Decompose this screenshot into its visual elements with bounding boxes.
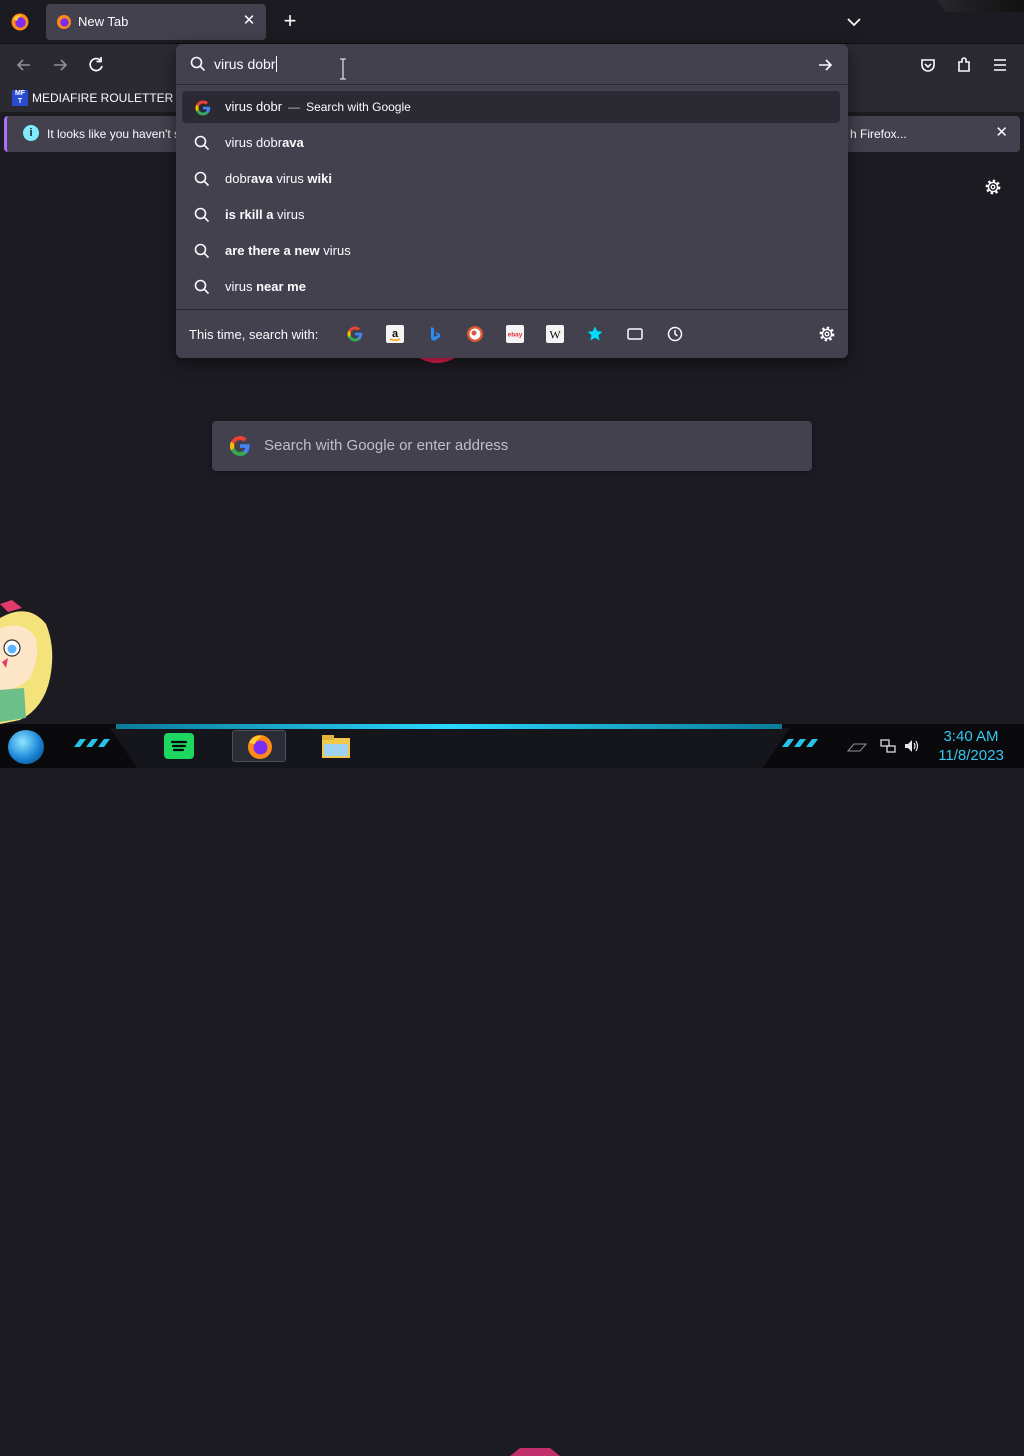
suggestion-row[interactable]: virus near me	[182, 271, 840, 303]
google-icon[interactable]	[346, 325, 364, 343]
newtab-search-placeholder: Search with Google or enter address	[264, 437, 509, 454]
suggestion-text: virus dobr — Search with Google	[225, 99, 411, 114]
search-icon	[194, 135, 210, 151]
extensions-puzzle-icon[interactable]	[950, 51, 978, 79]
tab-close-icon[interactable]: ✕	[240, 12, 258, 30]
amazon-icon[interactable]: a	[386, 325, 404, 343]
suggestion-text-segment: dobr	[225, 171, 252, 186]
svg-text:ebay: ebay	[508, 332, 523, 339]
info-icon: i	[23, 125, 39, 141]
tab-strip: New Tab ✕ +	[0, 0, 1024, 44]
start-button-orb-icon[interactable]	[8, 730, 44, 764]
search-settings-gear-icon[interactable]	[818, 325, 836, 343]
cartoon-character-sticker	[0, 598, 56, 726]
google-icon	[194, 99, 211, 116]
search-icon	[194, 279, 210, 295]
pocket-icon[interactable]	[914, 51, 942, 79]
suggestion-text-segment: ava	[282, 135, 304, 150]
suggestion-text-segment: wiki	[307, 171, 332, 186]
urlbar-dropdown: virus dobr virus dobr — Search with Google…	[176, 44, 848, 358]
file-explorer-taskbar-icon[interactable]	[320, 732, 352, 760]
newtab-search-box[interactable]: Search with Google or enter address	[212, 421, 812, 471]
bookmark-mediafire-roulette[interactable]: MEDIAFIRE ROULETTER	[32, 91, 173, 105]
taskbar-chevron-decoration	[74, 739, 110, 747]
search-icon	[194, 171, 210, 187]
tabs-icon[interactable]	[626, 325, 644, 343]
hamburger-menu-icon[interactable]	[986, 51, 1014, 79]
suggestion-action-separator: —	[288, 100, 301, 114]
search-icon	[194, 243, 210, 259]
tab-title: New Tab	[78, 14, 129, 29]
clock-date[interactable]: 11/8/2023	[934, 747, 1008, 764]
urlbar-input-row[interactable]: virus dobr	[176, 44, 848, 84]
tab-new-tab[interactable]: New Tab ✕	[46, 4, 266, 40]
back-arrow-icon[interactable]	[10, 51, 38, 79]
volume-icon[interactable]	[904, 739, 920, 753]
svg-text:W: W	[549, 328, 561, 342]
suggestion-text: are there a new virus	[225, 243, 351, 258]
text-cursor-ibeam-icon	[340, 58, 346, 80]
suggestion-text: virus dobrava	[225, 135, 304, 150]
spotify-taskbar-icon[interactable]	[164, 733, 194, 759]
suggestion-row[interactable]: is rkill a virus	[182, 199, 840, 231]
suggestion-row[interactable]: dobrava virus wiki	[182, 163, 840, 195]
firefox-app-icon[interactable]	[10, 12, 30, 32]
svg-text:a: a	[392, 328, 399, 340]
newtab-settings-gear-icon[interactable]	[984, 178, 1002, 196]
suggestion-action: Search with Google	[306, 100, 411, 114]
go-arrow-icon[interactable]	[816, 56, 834, 74]
suggestion-row[interactable]: virus dobrava	[182, 127, 840, 159]
urlbar-divider	[176, 84, 848, 85]
suggestion-text-segment: virus	[319, 243, 351, 258]
new-tab-plus-icon[interactable]: +	[278, 10, 302, 34]
google-icon	[230, 436, 250, 456]
oneoff-label: This time, search with:	[189, 327, 319, 342]
mediafire-bookmark-icon: MF T	[12, 90, 28, 106]
forward-arrow-icon[interactable]	[46, 51, 74, 79]
search-icon	[194, 207, 210, 223]
suggestion-text-segment: virus	[272, 171, 308, 186]
reload-icon[interactable]	[82, 51, 110, 79]
duckduckgo-icon[interactable]	[466, 325, 484, 343]
suggestion-text: virus near me	[225, 279, 306, 294]
taskbar-glow-strip	[116, 724, 782, 729]
ebay-icon[interactable]: ebay	[506, 325, 524, 343]
tab-list-chevron-down-icon[interactable]	[842, 10, 866, 34]
notification-close-icon[interactable]: ✕	[995, 123, 1008, 141]
search-icon	[190, 56, 206, 72]
firefox-tab-icon	[57, 15, 71, 29]
taskbar	[0, 724, 1024, 1456]
notification-action-button[interactable]: h Firefox...	[850, 127, 907, 141]
taskbar-decoration	[510, 1448, 560, 1456]
window-corner-decoration	[937, 0, 1024, 12]
history-icon[interactable]	[666, 325, 684, 343]
bookmarks-star-icon[interactable]	[586, 325, 604, 343]
oneoff-divider	[176, 309, 848, 310]
suggestion-text-segment: virus	[225, 279, 257, 294]
firefox-taskbar-icon[interactable]	[232, 730, 286, 762]
suggestion-text-segment: virus	[273, 207, 305, 222]
tray-overflow-icon[interactable]	[846, 740, 868, 752]
suggestion-text: dobrava virus wiki	[225, 171, 332, 186]
network-icon[interactable]	[880, 739, 896, 753]
urlbar-input[interactable]: virus dobr	[214, 56, 278, 72]
suggestion-text: is rkill a virus	[225, 207, 304, 222]
suggestion-row[interactable]: virus dobr — Search with Google	[182, 91, 840, 123]
suggestion-text-segment: are there a new	[225, 243, 320, 258]
suggestion-text-segment: is rkill a	[225, 207, 274, 222]
clock-time[interactable]: 3:40 AM	[940, 728, 1002, 745]
wikipedia-icon[interactable]: W	[546, 325, 564, 343]
suggestion-row[interactable]: are there a new virus	[182, 235, 840, 267]
notification-text: It looks like you haven't s	[47, 127, 181, 141]
suggestion-text-segment: virus dobr	[225, 135, 283, 150]
suggestion-text-segment: virus dobr	[225, 99, 283, 114]
taskbar-center-panel	[110, 728, 790, 768]
suggestion-text-segment: near me	[256, 279, 306, 294]
bing-icon[interactable]	[426, 325, 444, 343]
taskbar-chevron-decoration-right	[782, 739, 818, 747]
suggestion-text-segment: ava	[251, 171, 273, 186]
